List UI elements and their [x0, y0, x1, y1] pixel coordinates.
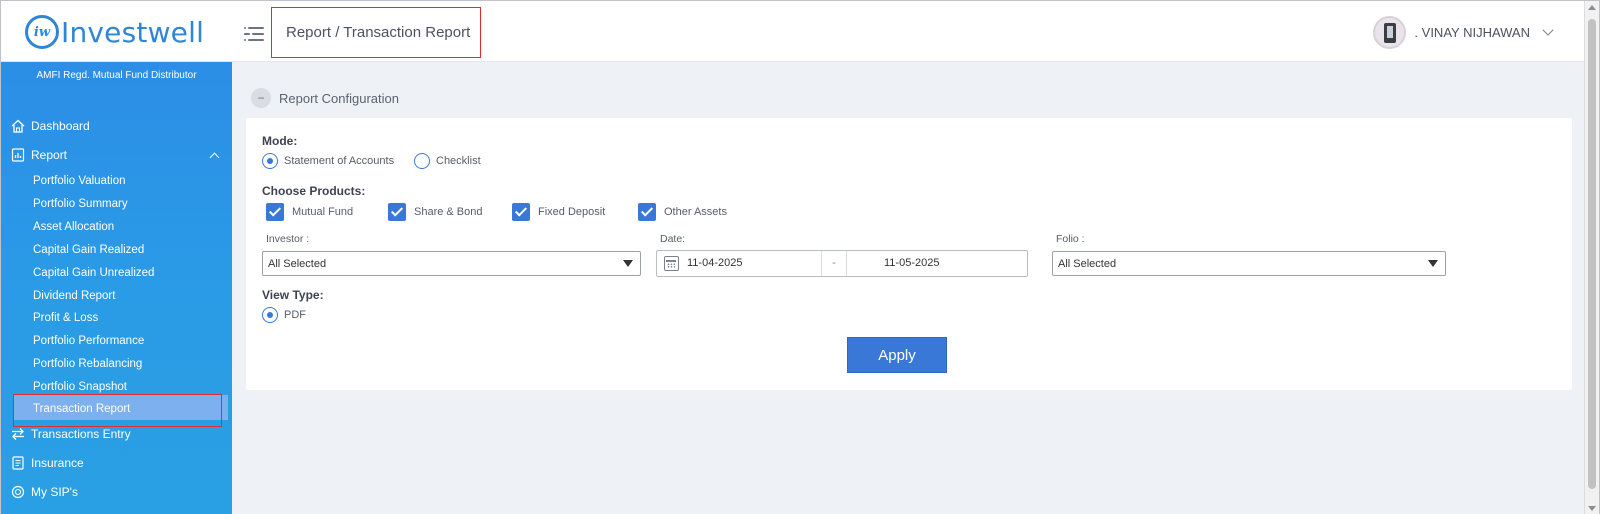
radio-label: Checklist: [436, 155, 481, 167]
date-separator: -: [821, 251, 847, 276]
sidebar-subitem-portfolio-snapshot[interactable]: Portfolio Snapshot: [33, 381, 127, 393]
caret-down-icon: [623, 260, 633, 267]
checkbox-checked-icon[interactable]: [638, 203, 656, 221]
radio-unchecked-icon[interactable]: [414, 153, 430, 169]
chevron-down-icon[interactable]: [1542, 24, 1554, 36]
sidebar-subitem-portfolio-rebalancing[interactable]: Portfolio Rebalancing: [33, 358, 142, 370]
mode-radio-checklist[interactable]: Checklist: [414, 153, 481, 169]
view-type-radio-pdf[interactable]: PDF: [262, 307, 306, 323]
sidebar-subitem-portfolio-valuation[interactable]: Portfolio Valuation: [33, 175, 125, 187]
breadcrumb: Report / Transaction Report: [271, 7, 481, 58]
checkbox-label: Share & Bond: [414, 206, 483, 218]
radio-checked-icon[interactable]: [262, 307, 278, 323]
investor-select-value: All Selected: [268, 257, 327, 270]
investor-select[interactable]: All Selected: [262, 251, 641, 276]
section-title: Report Configuration: [279, 90, 399, 106]
checkbox-checked-icon[interactable]: [388, 203, 406, 221]
report-icon: [11, 148, 25, 162]
date-from-input[interactable]: 11-04-2025: [687, 257, 742, 269]
active-item-outline: [13, 394, 222, 427]
checkbox-checked-icon[interactable]: [266, 203, 284, 221]
scrollbar-thumb[interactable]: [1588, 19, 1596, 489]
sidebar-subitem-asset-allocation[interactable]: Asset Allocation: [33, 221, 114, 233]
caret-down-icon: [1428, 260, 1438, 267]
sidebar-item-label: Transactions Entry: [31, 427, 131, 441]
sidebar-item-insurance[interactable]: Insurance: [11, 456, 84, 470]
checkbox-label: Mutual Fund: [292, 206, 354, 218]
sidebar-subitem-capital-gain-unrealized[interactable]: Capital Gain Unrealized: [33, 267, 154, 279]
date-range-picker[interactable]: 11-04-2025 - 11-05-2025: [656, 250, 1028, 277]
user-menu[interactable]: . VINAY NIJHAWAN: [1373, 16, 1554, 49]
scroll-down-icon[interactable]: [1588, 506, 1596, 511]
mode-label: Mode:: [262, 134, 298, 148]
user-name[interactable]: . VINAY NIJHAWAN: [1414, 25, 1530, 40]
apply-button[interactable]: Apply: [847, 337, 947, 373]
breadcrumb-text: Report / Transaction Report: [286, 24, 471, 41]
sidebar-item-label: Dashboard: [31, 119, 90, 133]
sidebar-item-dashboard[interactable]: Dashboard: [11, 119, 90, 133]
checkbox-label: Fixed Deposit: [538, 206, 606, 218]
sidebar-subitem-portfolio-summary[interactable]: Portfolio Summary: [33, 198, 128, 210]
sidebar-subitem-capital-gain-realized[interactable]: Capital Gain Realized: [33, 244, 144, 256]
sidebar-item-label: Insurance: [31, 456, 84, 470]
sidebar-subitem-dividend-report[interactable]: Dividend Report: [33, 290, 115, 302]
menu-toggle-icon[interactable]: [244, 25, 264, 43]
calendar-icon[interactable]: [664, 256, 679, 271]
date-label: Date:: [660, 233, 686, 245]
product-checkbox-other-assets[interactable]: Other Assets: [638, 203, 727, 221]
chevron-up-icon[interactable]: [209, 152, 220, 163]
report-configuration-header[interactable]: − Report Configuration: [251, 88, 399, 108]
sidebar-item-report[interactable]: Report: [11, 148, 67, 162]
swap-arrows-icon: [11, 427, 25, 441]
top-bar: iw Investwell Report / Transaction Repor…: [1, 1, 1586, 62]
sidebar-item-label: Report: [31, 148, 68, 162]
product-checkbox-share-bond[interactable]: Share & Bond: [388, 203, 483, 221]
mode-radio-statement[interactable]: Statement of Accounts: [262, 153, 394, 169]
product-checkbox-mutual-fund[interactable]: Mutual Fund: [266, 203, 353, 221]
sidebar-item-my-sips[interactable]: My SIP's: [11, 485, 78, 499]
logo-mark-icon: iw: [25, 15, 59, 49]
sidebar-item-transactions-entry[interactable]: Transactions Entry: [11, 427, 131, 441]
document-icon: [11, 456, 25, 470]
vertical-scrollbar[interactable]: [1584, 1, 1599, 514]
collapse-icon[interactable]: −: [251, 88, 271, 108]
radio-label: Statement of Accounts: [284, 155, 395, 167]
checkbox-checked-icon[interactable]: [512, 203, 530, 221]
view-type-label: View Type:: [262, 288, 324, 302]
sip-icon: [11, 485, 25, 499]
radio-checked-icon[interactable]: [262, 153, 278, 169]
folio-select[interactable]: All Selected: [1052, 251, 1446, 276]
home-icon: [11, 119, 25, 133]
logo-text: Investwell: [61, 15, 205, 49]
folio-label: Folio :: [1056, 233, 1085, 245]
sidebar-subitem-profit-loss[interactable]: Profit & Loss: [33, 312, 98, 324]
scroll-up-icon[interactable]: [1588, 5, 1596, 10]
report-config-card: Mode: Statement of Accounts Checklist Ch…: [246, 118, 1572, 390]
investwell-logo[interactable]: iw Investwell: [25, 15, 204, 49]
sidebar: AMFI Regd. Mutual Fund Distributor Dashb…: [1, 62, 232, 514]
main-content: − Report Configuration Mode: Statement o…: [232, 62, 1586, 514]
folio-select-value: All Selected: [1058, 257, 1117, 270]
date-to-input[interactable]: 11-05-2025: [884, 257, 939, 269]
sidebar-tagline: AMFI Regd. Mutual Fund Distributor: [36, 70, 197, 81]
radio-label: PDF: [284, 309, 306, 321]
investor-label: Investor :: [266, 233, 310, 245]
sidebar-subitem-portfolio-performance[interactable]: Portfolio Performance: [33, 335, 144, 347]
avatar[interactable]: [1373, 16, 1407, 49]
product-checkbox-fixed-deposit[interactable]: Fixed Deposit: [512, 203, 605, 221]
choose-products-label: Choose Products:: [262, 184, 366, 198]
sidebar-item-label: My SIP's: [31, 485, 78, 499]
checkbox-label: Other Assets: [664, 206, 727, 218]
